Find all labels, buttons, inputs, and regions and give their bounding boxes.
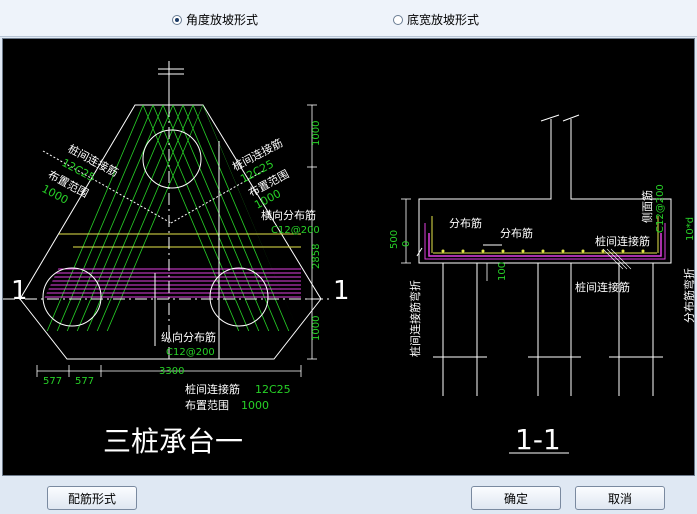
side-spec: C12@200 bbox=[655, 184, 666, 233]
drawing-canvas: 1000 2858 1000 577 577 3300 1 1 桩间连接筋 12… bbox=[2, 38, 696, 476]
ok-button[interactable]: 确定 bbox=[471, 486, 561, 510]
height-500: 500 bbox=[389, 230, 400, 249]
section-title: 1-1 bbox=[515, 423, 561, 456]
plan-title: 三桩承台一 bbox=[103, 425, 243, 458]
section-view bbox=[401, 114, 672, 396]
longitudinal-band bbox=[43, 268, 301, 298]
angle-slope-radio[interactable]: 角度放坡形式 bbox=[172, 11, 258, 28]
dim-mid: 2858 bbox=[311, 244, 322, 269]
cad-drawing: 1000 2858 1000 577 577 3300 1 1 桩间连接筋 12… bbox=[3, 61, 696, 458]
button-bar: 配筋形式 确定 取消 bbox=[0, 478, 697, 514]
section-pile-link-bottom: 桩间连接筋 bbox=[575, 280, 630, 294]
transverse-spec: C12@200 bbox=[271, 225, 320, 236]
rebar-form-button[interactable]: 配筋形式 bbox=[47, 486, 137, 510]
option-bar: 角度放坡形式 底宽放坡形式 bbox=[0, 0, 697, 37]
cancel-button[interactable]: 取消 bbox=[575, 486, 665, 510]
bottom-range-value: 1000 bbox=[241, 399, 269, 412]
dim-left1: 577 bbox=[43, 376, 62, 387]
radio-unselected-icon bbox=[393, 14, 403, 25]
bottom-link-spec: 12C25 bbox=[255, 383, 291, 396]
section-mark-left: 1 bbox=[11, 276, 28, 306]
pile-top bbox=[142, 129, 202, 189]
transverse-label: 横向分布筋 bbox=[261, 208, 316, 222]
bend-value: 10*d bbox=[685, 217, 696, 241]
longitudinal-label: 纵向分布筋 bbox=[161, 330, 216, 344]
bend-label: 分布筋弯折 bbox=[682, 268, 696, 323]
section-dist-label-1: 分布筋 bbox=[449, 216, 482, 230]
bottom-range-label: 布置范围 bbox=[185, 398, 229, 412]
side-bar-label: 侧面筋 bbox=[640, 190, 654, 223]
dim-bottom: 1000 bbox=[311, 316, 322, 341]
height-0: 0 bbox=[401, 241, 412, 247]
section-dist-label-2: 分布筋 bbox=[500, 226, 533, 240]
height-100: 100 bbox=[497, 262, 508, 281]
bottom-width-slope-label: 底宽放坡形式 bbox=[407, 13, 480, 27]
section-pile-link-label: 桩间连接筋 bbox=[595, 234, 650, 248]
dim-top: 1000 bbox=[311, 121, 322, 146]
bottom-link-label: 桩间连接筋 bbox=[185, 382, 240, 396]
radio-selected-icon bbox=[172, 14, 182, 25]
bottom-width-slope-radio[interactable]: 底宽放坡形式 bbox=[393, 11, 479, 28]
pile-bend-label: 桩间连接筋弯折 bbox=[408, 280, 422, 357]
section-mark-right: 1 bbox=[333, 276, 350, 306]
angle-slope-label: 角度放坡形式 bbox=[186, 13, 259, 27]
dim-left2: 577 bbox=[75, 376, 94, 387]
dim-width: 3300 bbox=[159, 366, 184, 377]
longitudinal-spec: C12@200 bbox=[166, 347, 215, 358]
